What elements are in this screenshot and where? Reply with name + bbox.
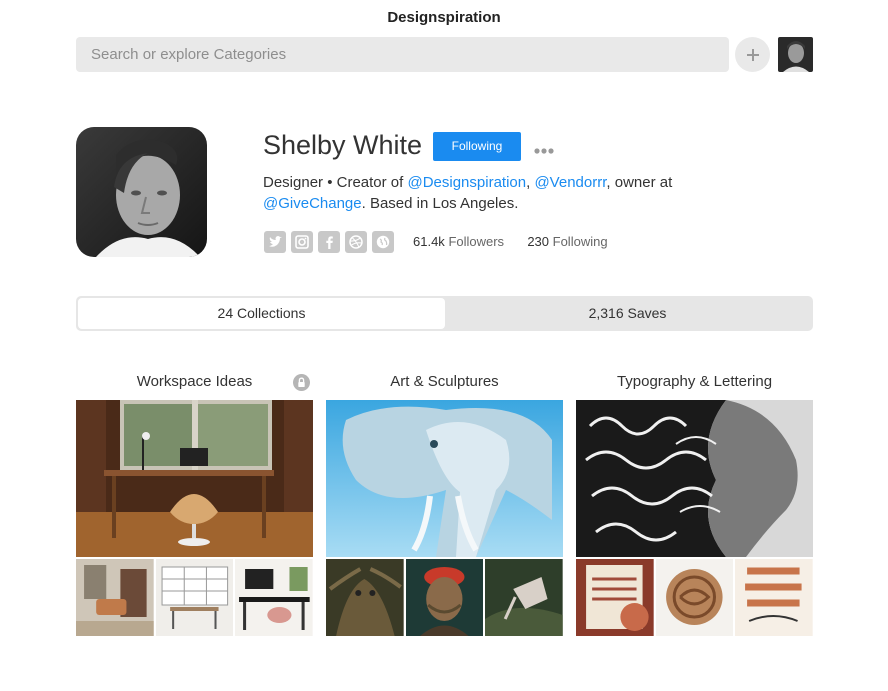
- social-links: [264, 231, 394, 253]
- followers-label[interactable]: Followers: [448, 234, 504, 249]
- dribbble-icon[interactable]: [345, 231, 367, 253]
- bio-link-designspiration[interactable]: @Designspiration: [407, 174, 526, 191]
- tab-collections[interactable]: 24 Collections: [78, 298, 445, 329]
- instagram-icon[interactable]: [291, 231, 313, 253]
- thumbnail-image[interactable]: [405, 559, 484, 636]
- bio-link-givechange[interactable]: @GiveChange: [263, 195, 362, 212]
- website-icon[interactable]: [372, 231, 394, 253]
- followers-count[interactable]: 61.4k: [413, 234, 445, 249]
- thumbnail-image[interactable]: [76, 559, 154, 636]
- app-title: Designspiration: [387, 9, 501, 26]
- bio-text: , owner at: [606, 174, 673, 191]
- ellipsis-icon[interactable]: [534, 142, 554, 154]
- collection-title[interactable]: Art & Sculptures: [326, 372, 563, 392]
- collection-title[interactable]: Workspace Ideas: [76, 372, 313, 392]
- collection-cover-image[interactable]: [326, 400, 563, 557]
- thumbnail-image[interactable]: [235, 559, 314, 636]
- bio-text: Designer • Creator of: [263, 174, 408, 191]
- bio-text: . Based in Los Angeles.: [361, 195, 519, 212]
- add-button[interactable]: [735, 37, 770, 72]
- bio-link-vendorrr[interactable]: @Vendorrr: [534, 174, 606, 191]
- user-avatar[interactable]: [778, 37, 813, 72]
- thumbnail-image[interactable]: [326, 559, 404, 636]
- tab-saves[interactable]: 2,316 Saves: [444, 298, 811, 329]
- profile-photo: [76, 127, 207, 257]
- collection-card-workspace-ideas[interactable]: Workspace Ideas: [76, 372, 314, 636]
- collection-title[interactable]: Typography & Lettering: [576, 372, 813, 392]
- profile-name: Shelby White: [263, 130, 423, 160]
- following-label[interactable]: Following: [553, 234, 608, 249]
- profile-tabs: 24 Collections 2,316 Saves: [76, 296, 813, 331]
- facebook-icon[interactable]: [318, 231, 340, 253]
- follow-button[interactable]: Following: [433, 132, 521, 161]
- collection-card-typography-lettering[interactable]: Typography & Lettering: [576, 372, 814, 636]
- lock-icon: [293, 374, 310, 391]
- collection-cover-image[interactable]: [76, 400, 313, 557]
- thumbnail-image[interactable]: [155, 559, 234, 636]
- collection-card-art-sculptures[interactable]: Art & Sculptures: [326, 372, 564, 636]
- thumbnail-image[interactable]: [485, 559, 564, 636]
- search-input[interactable]: [76, 37, 729, 72]
- thumbnail-image[interactable]: [576, 559, 654, 636]
- profile-bio: Designer • Creator of @Designspiration , …: [263, 172, 733, 214]
- collection-cover-image[interactable]: [576, 400, 813, 557]
- search-bar[interactable]: [76, 37, 729, 72]
- collection-thumbnails: [76, 559, 314, 636]
- thumbnail-image[interactable]: [655, 559, 734, 636]
- following-count[interactable]: 230: [527, 234, 549, 249]
- thumbnail-image[interactable]: [735, 559, 814, 636]
- collection-thumbnails: [326, 559, 564, 636]
- twitter-icon[interactable]: [264, 231, 286, 253]
- profile-stats: 61.4k Followers 230 Following: [413, 234, 608, 249]
- collection-thumbnails: [576, 559, 814, 636]
